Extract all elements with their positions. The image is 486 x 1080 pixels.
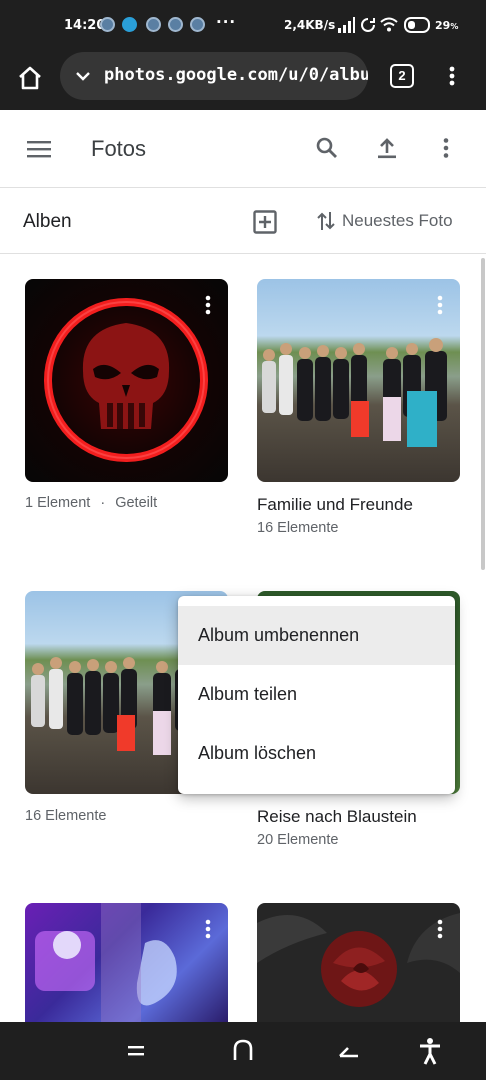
app-bar: Fotos [0, 110, 486, 188]
album-name[interactable]: Familie und Freunde [257, 495, 413, 515]
status-bar: 14:20 ··· 2,4KB/s 29% [0, 0, 486, 52]
section-title: Alben [23, 211, 72, 232]
album-context-menu: Album umbenennen Album teilen Album lösc… [178, 596, 455, 794]
album-name[interactable]: Reise nach Blaustein [257, 807, 417, 827]
album-cover[interactable] [25, 903, 228, 1022]
wifi-icon [380, 17, 398, 32]
system-nav-bar [0, 1022, 486, 1080]
album-meta: 1 Element · Geteilt [25, 495, 158, 511]
sort-button[interactable]: Neuestes Foto [316, 208, 453, 234]
album-meta: 16 Elemente [25, 808, 107, 824]
page-title: Fotos [91, 136, 147, 161]
network-speed: 2,4KB/s [284, 18, 336, 32]
address-bar[interactable]: photos.google.com/u/0/albums [60, 52, 368, 100]
home-icon[interactable] [14, 62, 46, 94]
album-cover[interactable] [257, 903, 460, 1022]
shared-label: Geteilt [115, 495, 158, 511]
album-cover[interactable] [25, 279, 228, 482]
notification-app-icon [146, 17, 161, 32]
more-vert-icon[interactable] [198, 919, 218, 941]
notification-app-icon [190, 17, 205, 32]
sort-icon [317, 212, 335, 230]
browser-toolbar: photos.google.com/u/0/albums 2 [0, 52, 486, 110]
more-vert-icon[interactable] [426, 128, 466, 168]
add-box-icon[interactable] [245, 202, 285, 242]
album-meta: 20 Elemente [257, 832, 339, 848]
more-vert-icon[interactable] [430, 295, 450, 317]
battery-percent: 29% [435, 19, 459, 32]
album-meta: 16 Elemente [257, 520, 339, 536]
data-saver-icon [361, 18, 375, 32]
chevron-down-icon[interactable] [74, 67, 92, 85]
sort-label[interactable]: Neuestes Foto [342, 211, 453, 231]
menu-icon[interactable] [19, 129, 59, 169]
more-vert-icon[interactable] [440, 64, 464, 88]
more-notifications-icon: ··· [216, 13, 237, 31]
album-cover[interactable] [257, 279, 460, 482]
signal-icon [338, 17, 355, 33]
recents-icon[interactable] [126, 1042, 146, 1060]
tab-switcher-icon[interactable]: 2 [390, 64, 414, 88]
upload-icon[interactable] [367, 128, 407, 168]
delete-album-menu-item[interactable]: Album löschen [178, 724, 455, 783]
back-icon[interactable] [336, 1040, 360, 1062]
url-text[interactable]: photos.google.com/u/0/albums [104, 65, 368, 85]
more-vert-icon[interactable] [198, 295, 218, 317]
rename-album-menu-item[interactable]: Album umbenennen [178, 606, 455, 665]
share-album-menu-item[interactable]: Album teilen [178, 665, 455, 724]
albums-header: Alben Neuestes Foto [0, 189, 486, 254]
search-icon[interactable] [307, 128, 347, 168]
accessibility-icon[interactable] [418, 1037, 442, 1065]
telegram-icon [122, 17, 137, 32]
notification-app-icon [168, 17, 183, 32]
battery-icon [404, 17, 430, 33]
notification-app-icon [100, 17, 115, 32]
scrollbar[interactable] [481, 258, 485, 570]
more-vert-icon[interactable] [430, 919, 450, 941]
home-nav-icon[interactable] [231, 1038, 255, 1062]
